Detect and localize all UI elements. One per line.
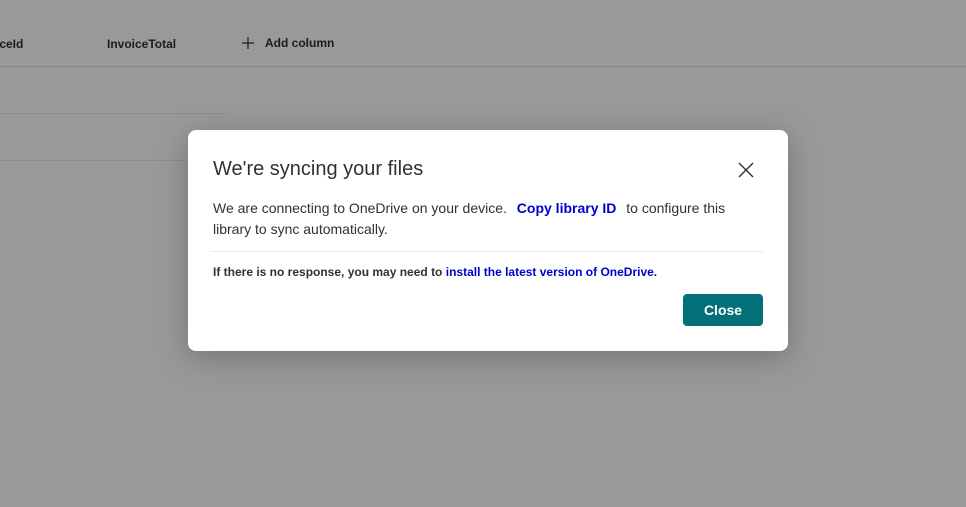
close-icon[interactable]: [736, 160, 756, 180]
dialog-message: We are connecting to OneDrive on your de…: [213, 198, 765, 240]
dialog-message-start: We are connecting to OneDrive on your de…: [213, 200, 507, 216]
sync-dialog: We're syncing your files We are connecti…: [188, 130, 788, 351]
install-onedrive-link[interactable]: install the latest version of OneDrive.: [446, 265, 657, 279]
sharepoint-page: iceId InvoiceTotal Add column We're sync…: [0, 0, 966, 507]
copy-library-id-link[interactable]: Copy library ID: [517, 200, 617, 216]
dialog-note-text: If there is no response, you may need to: [213, 265, 443, 279]
close-button[interactable]: Close: [683, 294, 763, 326]
dialog-title: We're syncing your files: [213, 158, 424, 180]
dialog-note: If there is no response, you may need to…: [213, 265, 657, 279]
dialog-divider: [210, 251, 764, 252]
